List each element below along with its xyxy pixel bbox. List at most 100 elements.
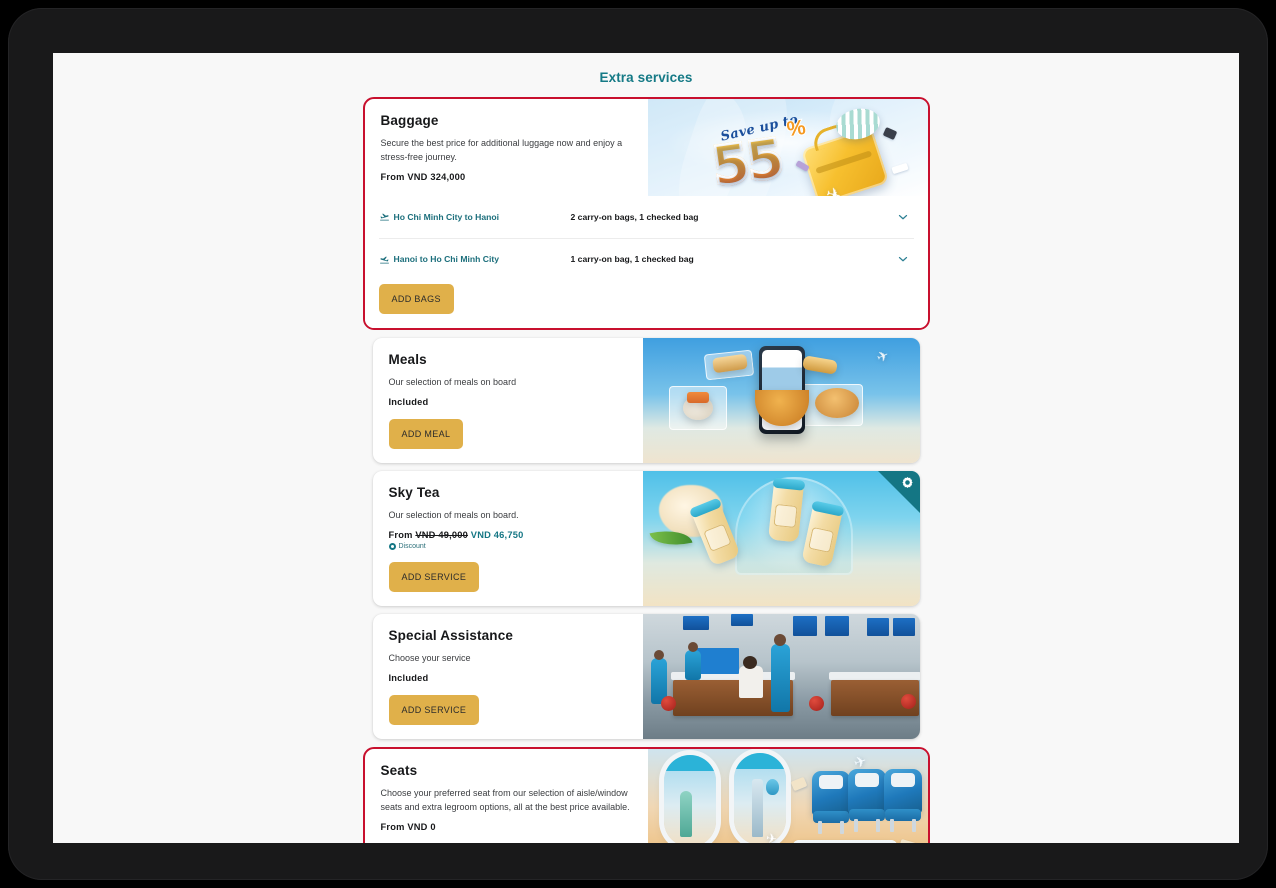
chevron-down-icon[interactable] (896, 252, 910, 266)
departure-sign (866, 617, 889, 636)
seat-leg (889, 818, 894, 832)
meals-row: Meals Our selection of meals on board In… (373, 337, 920, 463)
seat-leg (853, 818, 858, 832)
flight-row-return[interactable]: Hanoi to Ho Chi Minh City 1 carry-on bag… (378, 237, 914, 280)
meals-description: Our selection of meals on board (388, 376, 517, 387)
discount-label: Discount (398, 542, 426, 550)
chevron-down-icon[interactable] (896, 210, 910, 224)
seat-illustration (847, 768, 886, 832)
baggage-action-area: ADD BAGS (364, 279, 928, 328)
staff-member (684, 649, 701, 680)
staff-head (653, 649, 664, 660)
seats-row: Seats Choose your preferred seat from ou… (365, 748, 928, 843)
seat-back (883, 768, 922, 813)
baggage-price-value: VND 324,000 (407, 171, 466, 182)
special-assistance-row: Special Assistance Choose your service I… (373, 613, 920, 739)
plane-takeoff-icon (379, 214, 389, 221)
special-assistance-info: Special Assistance Choose your service I… (373, 614, 643, 739)
airplane-icon: ✈ (764, 830, 778, 843)
seat-headrest (854, 772, 879, 787)
add-bags-button[interactable]: ADD BAGS (378, 283, 454, 314)
baggage-info: Baggage Secure the best price for additi… (365, 99, 648, 196)
departure-sign (730, 613, 753, 626)
sky-tea-banner-image (642, 470, 920, 606)
seat-illustration (811, 770, 850, 834)
meals-banner-image: ✈ (642, 337, 920, 463)
counter-panel (694, 647, 739, 674)
baggage-banner-image: Save up to 55 % ✈ (647, 99, 928, 196)
seat-leg (839, 820, 844, 834)
page-title: Extra services (599, 70, 693, 85)
flight-route-return-label: Hanoi to Ho Chi Minh City (393, 254, 500, 265)
flight-route-outbound: Ho Chi Minh City to Hanoi (379, 211, 571, 222)
baggage-title: Baggage (380, 113, 439, 128)
discount-badge-icon (901, 476, 913, 488)
service-card-seats[interactable]: Seats Choose your preferred seat from ou… (362, 746, 930, 843)
sky-tea-price-new: VND 46,750 (470, 529, 524, 540)
seat-leg (875, 818, 880, 832)
seats-banner-image: ✈ ✈ (647, 748, 928, 843)
meals-info: Meals Our selection of meals on board In… (373, 338, 643, 463)
device-bezel: Extra services Baggage Secure the best p… (8, 8, 1268, 880)
flight-bags-return: 1 carry-on bag, 1 checked bag (570, 254, 694, 265)
promo-percent-text: % (784, 115, 808, 142)
queue-bollard (808, 695, 824, 711)
add-meal-button[interactable]: ADD MEAL (388, 418, 464, 449)
seat-illustration (883, 768, 922, 832)
cabin-window-left (663, 754, 716, 843)
service-card-sky-tea[interactable]: Sky Tea Our selection of meals on board.… (372, 470, 920, 606)
passenger-wheelchair (738, 665, 763, 698)
departure-sign (682, 615, 709, 630)
service-card-baggage[interactable]: Baggage Secure the best price for additi… (362, 97, 930, 330)
seat-leg (817, 820, 822, 834)
passenger-head (742, 655, 757, 669)
sky-tea-row: Sky Tea Our selection of meals on board.… (373, 470, 920, 606)
staff-head (773, 633, 786, 646)
seat-map-tablet (782, 839, 907, 843)
add-sky-tea-service-button[interactable]: ADD SERVICE (388, 561, 480, 592)
departure-sign (792, 615, 817, 636)
device-screen: Extra services Baggage Secure the best p… (53, 53, 1239, 843)
seats-price-label: From (380, 821, 405, 832)
queue-bollard (660, 695, 676, 711)
discount-badge: Discount (388, 542, 627, 550)
skyscraper-icon (751, 778, 763, 837)
discount-dot-icon (388, 542, 396, 550)
seats-description: Choose your preferred seat from our sele… (380, 787, 630, 812)
check-in-counter-top (828, 671, 920, 680)
promo-number-text: 55 (706, 125, 786, 196)
seat-back (847, 768, 886, 813)
seat-headrest (818, 774, 843, 789)
departure-sign (892, 617, 915, 636)
seat-leg (911, 818, 916, 832)
plane-landing-icon (379, 256, 389, 264)
flight-row-outbound[interactable]: Ho Chi Minh City to Hanoi 2 carry-on bag… (379, 196, 914, 238)
seats-info: Seats Choose your preferred seat from ou… (365, 749, 648, 843)
baggage-summary-row: Baggage Secure the best price for additi… (365, 99, 928, 196)
seat-headrest (890, 772, 915, 787)
special-assistance-price: Included (388, 672, 429, 683)
sky-tea-info: Sky Tea Our selection of meals on board.… (373, 471, 643, 606)
flight-bags-outbound: 2 carry-on bags, 1 checked bag (570, 211, 699, 222)
sky-tea-description: Our selection of meals on board. (388, 509, 519, 520)
special-assistance-description: Choose your service (388, 652, 471, 663)
baggage-price: From VND 324,000 (381, 172, 632, 182)
add-special-assistance-button[interactable]: ADD SERVICE (388, 694, 480, 725)
extra-services-page: Extra services Baggage Secure the best p… (53, 53, 1239, 843)
cabin-window-right (733, 752, 786, 843)
seat-back (811, 770, 850, 815)
baggage-description: Secure the best price for additional lug… (380, 138, 623, 162)
hot-air-balloon-icon (765, 778, 779, 795)
service-card-meals[interactable]: Meals Our selection of meals on board In… (372, 337, 920, 463)
food-item (686, 391, 709, 403)
seats-title: Seats (380, 762, 418, 778)
sky-tea-price-old: VND 49,000 (415, 529, 468, 540)
flight-route-return: Hanoi to Ho Chi Minh City (379, 254, 571, 265)
services-list: Baggage Secure the best price for additi… (362, 97, 930, 843)
meals-title: Meals (388, 351, 427, 367)
staff-member (770, 643, 790, 712)
service-card-special-assistance[interactable]: Special Assistance Choose your service I… (372, 613, 920, 739)
flight-route-outbound-label: Ho Chi Minh City to Hanoi (393, 211, 500, 222)
special-assistance-banner-image (642, 613, 920, 739)
seats-price-value: VND 0 (407, 821, 436, 832)
